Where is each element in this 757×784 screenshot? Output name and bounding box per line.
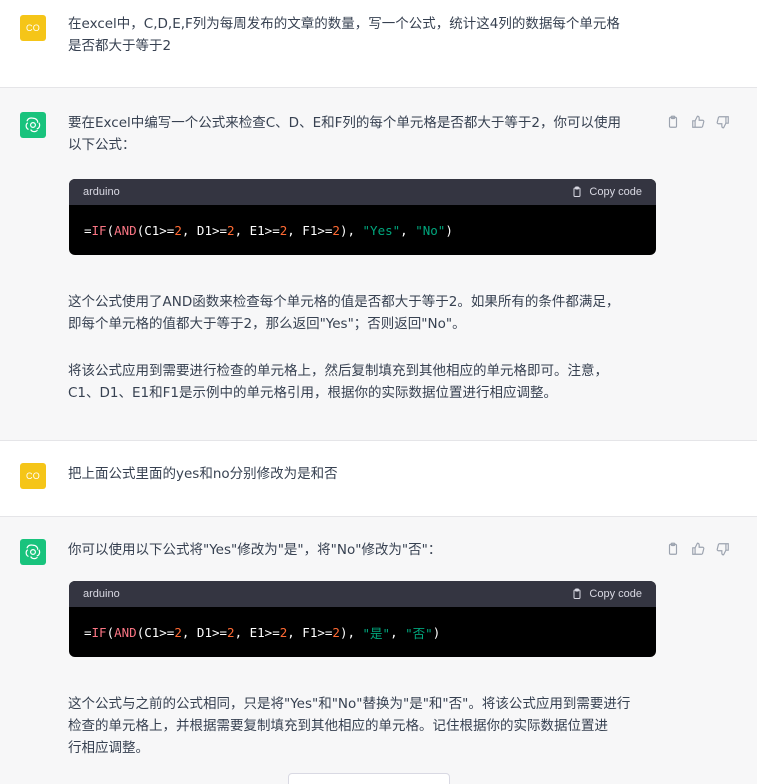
assistant-message-1: 要在Excel中编写一个公式来检查C、D、E和F列的每个单元格是否都大于等于2，… <box>0 88 757 441</box>
assistant-text-line: 这个公式使用了AND函数来检查每个单元格的值是否都大于等于2。如果所有的条件都满… <box>68 294 620 310</box>
code-token: 2 <box>332 624 340 640</box>
code-token: 2 <box>227 624 235 640</box>
assistant-text-line: 你可以使用以下公式将"Yes"修改为"是"，将"No"修改为"否"： <box>68 542 442 558</box>
user-avatar: CO <box>20 463 46 489</box>
assistant-intro: 要在Excel中编写一个公式来检查C、D、E和F列的每个单元格是否都大于等于2，… <box>68 112 653 156</box>
code-token: , <box>390 624 406 640</box>
code-content[interactable]: = IF(AND (C1>= 2, D1>= 2, E1>= 2, F1>= 2), "是"… <box>69 607 656 657</box>
assistant-paragraph: 这个公式使用了AND函数来检查每个单元格的值是否都大于等于2。如果所有的条件都满… <box>68 291 653 335</box>
thumbs-down-icon[interactable] <box>715 114 731 130</box>
assistant-paragraph: 这个公式与之前的公式相同，只是将"Yes"和"No"替换为"是"和"否"。将该公… <box>68 693 653 759</box>
message-actions <box>665 114 731 130</box>
code-token: ( <box>106 222 115 238</box>
user-avatar-initials: CO <box>25 471 41 481</box>
code-token: 2 <box>174 624 182 640</box>
message-actions <box>665 541 731 557</box>
user-message-text: 把上面公式里面的yes和no分别修改为是和否 <box>68 463 653 485</box>
code-token: ( <box>106 624 115 640</box>
user-message-text: 在excel中，C,D,E,F列为每周发布的文章的数量，写一个公式，统计这4列的… <box>68 13 653 57</box>
thumbs-down-icon[interactable] <box>715 541 731 557</box>
code-token: , D1>= <box>181 624 228 640</box>
user-message-line: 在excel中，C,D,E,F列为每周发布的文章的数量，写一个公式，统计这4列的… <box>68 16 620 32</box>
code-token: ), <box>339 222 363 238</box>
code-block: arduino Copy code = IF(AND (C1>= 2, D1>= 2, … <box>69 179 656 255</box>
user-avatar: CO <box>20 15 46 41</box>
assistant-avatar <box>20 539 46 565</box>
copy-code-label: Copy code <box>589 588 642 600</box>
assistant-paragraph: 将该公式应用到需要进行检查的单元格上，然后复制填充到其他相应的单元格即可。注意，… <box>68 360 653 404</box>
clipboard-icon <box>571 588 583 600</box>
code-block-header: arduino Copy code <box>69 179 656 205</box>
assistant-text-line: C1、D1、E1和F1是示例中的单元格引用，根据你的实际数据位置进行相应调整。 <box>68 385 557 401</box>
code-token: , F1>= <box>287 222 333 238</box>
code-token: IF <box>91 222 107 238</box>
code-token: IF <box>91 624 107 640</box>
code-block-header: arduino Copy code <box>69 581 656 607</box>
code-language-label: arduino <box>83 186 120 198</box>
code-token: "Yes" <box>362 222 401 238</box>
user-message-line: 把上面公式里面的yes和no分别修改为是和否 <box>68 466 338 482</box>
thumbs-up-icon[interactable] <box>690 541 706 557</box>
assistant-avatar <box>20 112 46 138</box>
code-token: "是" <box>362 625 391 641</box>
assistant-text-line: 将该公式应用到需要进行检查的单元格上，然后复制填充到其他相应的单元格即可。注意， <box>68 363 608 379</box>
clipboard-icon[interactable] <box>665 114 681 130</box>
code-token: 2 <box>227 222 235 238</box>
thumbs-up-icon[interactable] <box>690 114 706 130</box>
code-token: = <box>84 222 92 238</box>
code-token: AND <box>114 222 137 238</box>
user-message-1: CO 在excel中，C,D,E,F列为每周发布的文章的数量，写一个公式，统计这… <box>0 0 757 88</box>
assistant-message-2: 你可以使用以下公式将"Yes"修改为"是"，将"No"修改为"否"： ardui… <box>0 517 757 784</box>
code-content[interactable]: = IF(AND (C1>= 2, D1>= 2, E1>= 2, F1>= 2), "Ye… <box>69 205 656 255</box>
code-token: AND <box>114 624 137 640</box>
code-language-label: arduino <box>83 588 120 600</box>
copy-code-button[interactable]: Copy code <box>571 588 642 600</box>
assistant-text-line: 检查的单元格上，并根据需要复制填充到其他相应的单元格。记住根据你的实际数据位置进 <box>68 718 608 734</box>
code-token: "No" <box>415 222 446 238</box>
code-token: , E1>= <box>234 222 280 238</box>
assistant-text-line: 行相应调整。 <box>68 740 149 756</box>
code-token: (C1>= <box>136 624 175 640</box>
assistant-intro: 你可以使用以下公式将"Yes"修改为"是"，将"No"修改为"否"： <box>68 539 653 561</box>
code-token: 2 <box>332 222 340 238</box>
openai-logo-icon <box>24 543 42 561</box>
openai-logo-icon <box>24 116 42 134</box>
code-token: ) <box>445 222 453 238</box>
code-token: ) <box>432 624 441 640</box>
code-token: , E1>= <box>234 624 280 640</box>
copy-code-label: Copy code <box>589 186 642 198</box>
assistant-text-line: 即每个单元格的值都大于等于2，那么返回"Yes"；否则返回"No"。 <box>68 316 466 332</box>
code-token: 2 <box>279 624 288 640</box>
regenerate-button-edge[interactable] <box>288 773 450 784</box>
code-token: ), <box>339 624 363 640</box>
copy-code-button[interactable]: Copy code <box>571 186 642 198</box>
code-token: = <box>84 624 92 640</box>
clipboard-icon[interactable] <box>665 541 681 557</box>
code-token: 2 <box>174 222 182 238</box>
code-token: , <box>400 222 416 238</box>
user-message-2: CO 把上面公式里面的yes和no分别修改为是和否 <box>0 441 757 517</box>
assistant-text-line: 这个公式与之前的公式相同，只是将"Yes"和"No"替换为"是"和"否"。将该公… <box>68 696 631 712</box>
assistant-text-line: 要在Excel中编写一个公式来检查C、D、E和F列的每个单元格是否都大于等于2，… <box>68 115 621 131</box>
code-token: "否" <box>405 625 433 641</box>
clipboard-icon <box>571 186 583 198</box>
assistant-text-line: 以下公式： <box>68 137 136 153</box>
code-block: arduino Copy code = IF(AND (C1>= 2, D1>= 2, … <box>69 581 656 657</box>
code-token: (C1>= <box>136 222 175 238</box>
code-token: , F1>= <box>287 624 333 640</box>
user-avatar-initials: CO <box>25 23 41 33</box>
code-token: 2 <box>279 222 288 238</box>
user-message-line: 是否都大于等于2 <box>68 38 172 54</box>
code-token: , D1>= <box>181 222 228 238</box>
